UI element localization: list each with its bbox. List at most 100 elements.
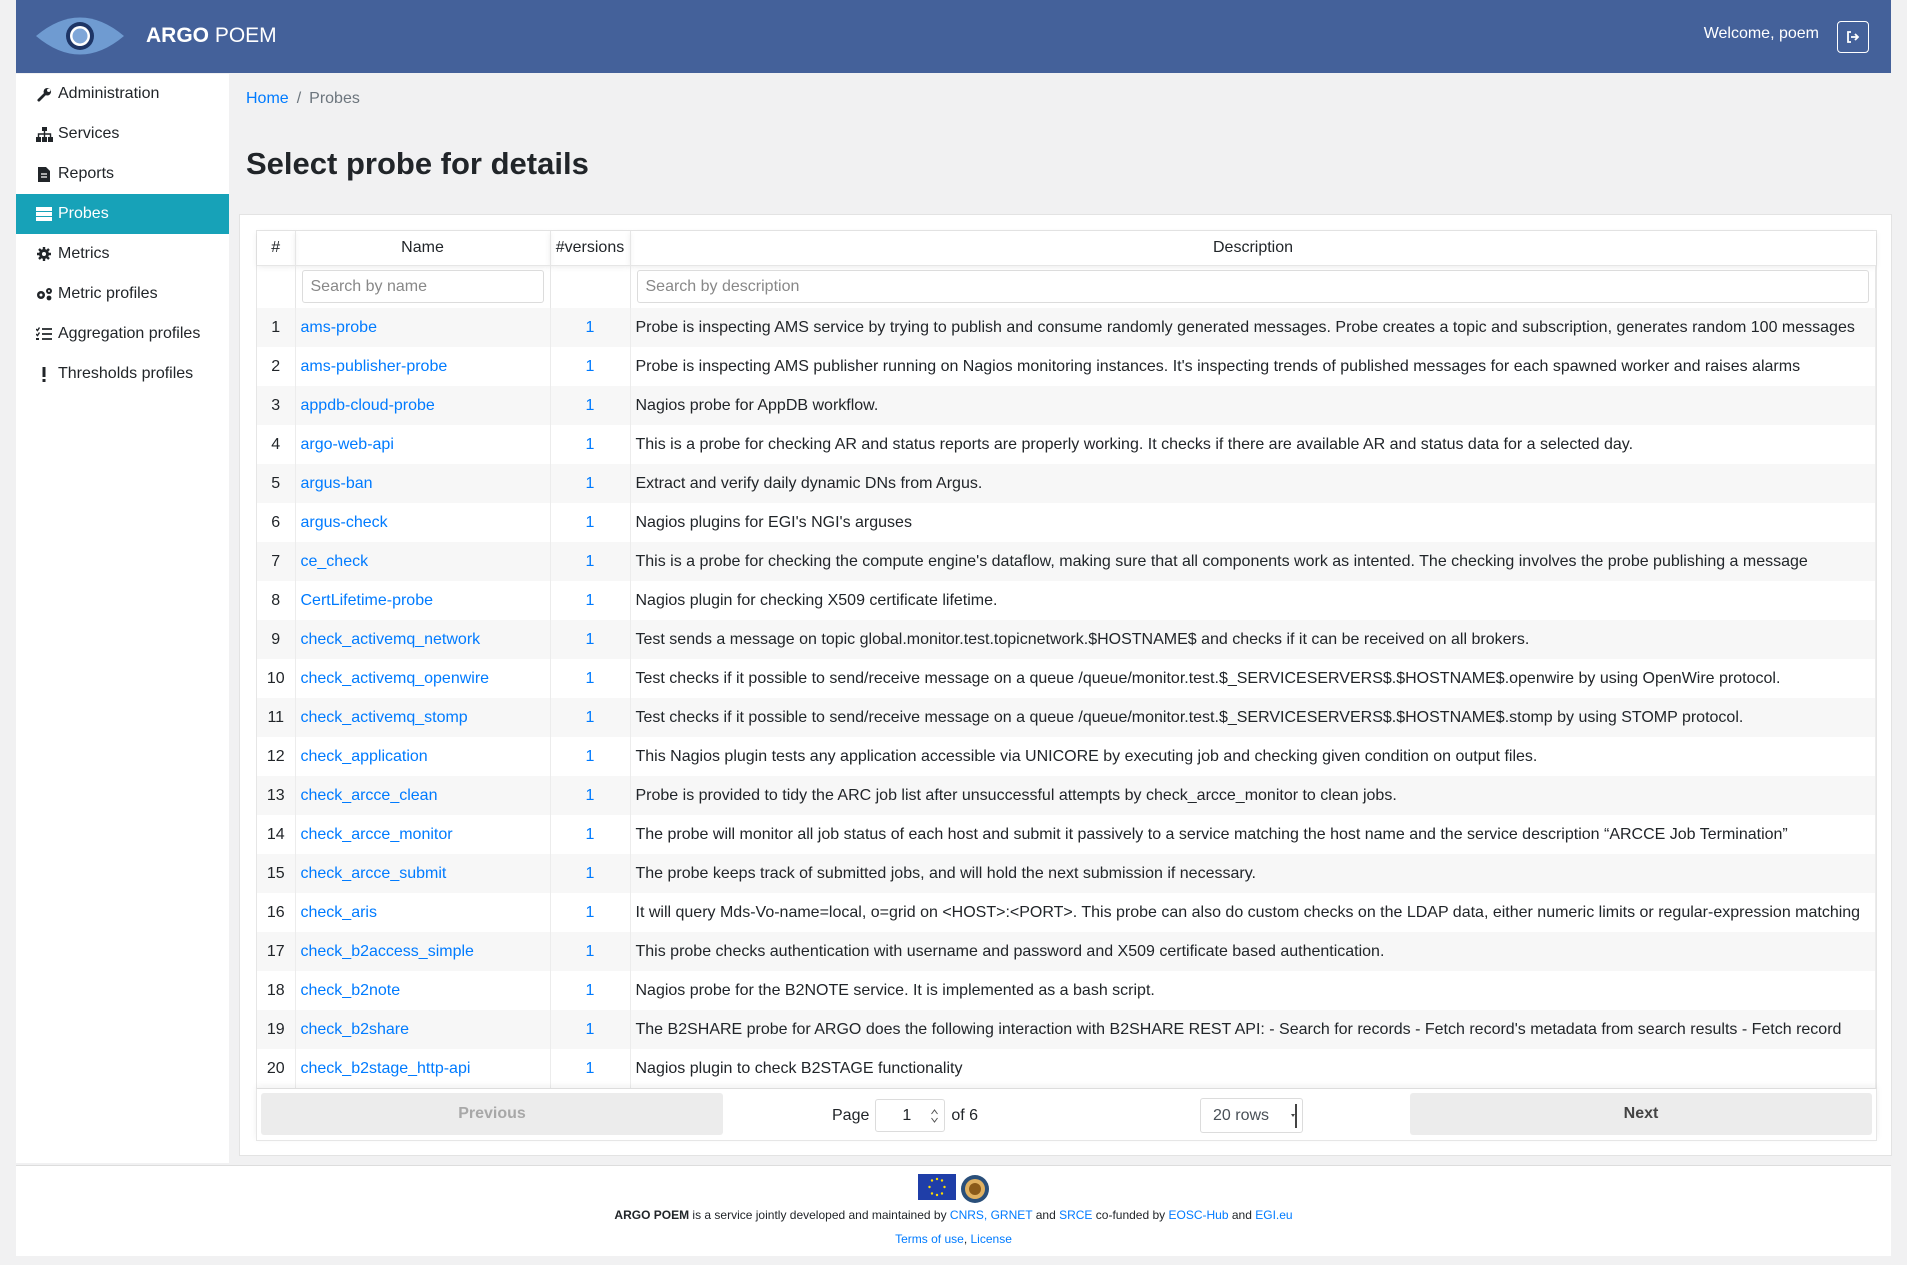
table-row: 19 check_b2share 1 The B2SHARE probe for AR…: [257, 1010, 1876, 1049]
server-icon: [34, 205, 54, 223]
sidebar-item-label: Services: [58, 125, 120, 142]
row-description: Nagios probe for AppDB workflow.: [630, 386, 1876, 425]
brand-title[interactable]: ARGO POEM: [146, 24, 277, 48]
probe-name-link[interactable]: ams-publisher-probe: [301, 358, 448, 375]
probe-name-link[interactable]: argus-check: [301, 514, 388, 531]
logout-button[interactable]: [1837, 21, 1869, 53]
probe-name-link[interactable]: check_activemq_openwire: [301, 670, 490, 687]
row-versions: 1: [550, 932, 631, 971]
eosc-hub-link[interactable]: EOSC-Hub: [1169, 1208, 1229, 1222]
row-description: Probe is provided to tidy the ARC job li…: [630, 776, 1876, 815]
row-versions: 1: [550, 854, 631, 893]
table-row: 2 ams-publisher-probe 1 Probe is inspecting…: [257, 347, 1876, 386]
search-by-description-input[interactable]: [636, 270, 1869, 304]
welcome-text: Welcome, poem: [1703, 25, 1819, 42]
egi-link[interactable]: EGI.eu: [1255, 1208, 1292, 1222]
row-versions: 1: [550, 386, 631, 425]
probe-name-link[interactable]: check_b2share: [301, 1021, 410, 1038]
row-number: 14: [257, 815, 296, 854]
probe-name-link[interactable]: ams-probe: [301, 319, 377, 336]
row-number: 18: [257, 971, 296, 1010]
row-number: 12: [257, 737, 296, 776]
eu-flag-icon: [918, 1174, 956, 1200]
probe-name-link[interactable]: check_application: [301, 748, 428, 765]
breadcrumb-separator: /: [296, 90, 302, 107]
file-icon: [34, 165, 54, 183]
total-pages-label: of 6: [951, 1106, 979, 1124]
argo-logo-icon[interactable]: [34, 11, 126, 61]
sidebar-item-label: Probes: [58, 205, 109, 222]
probe-name-link[interactable]: check_activemq_network: [301, 631, 481, 648]
probe-name-link[interactable]: check_arcce_monitor: [301, 826, 453, 843]
sidebar-item-label: Thresholds profiles: [58, 365, 194, 382]
column-header-versions[interactable]: #versions: [550, 231, 631, 266]
column-header-description[interactable]: Description: [630, 231, 1876, 266]
sidebar-item-aggregation-profiles[interactable]: Aggregation profiles: [16, 314, 229, 354]
spinner-arrows-icon[interactable]: [931, 1108, 939, 1124]
rows-per-page-select[interactable]: 20 rows: [1200, 1098, 1303, 1133]
probe-name-link[interactable]: check_arcce_submit: [301, 865, 447, 882]
probe-name-link[interactable]: check_b2access_simple: [301, 943, 474, 960]
column-header-number[interactable]: #: [257, 231, 296, 266]
license-link[interactable]: License: [971, 1232, 1012, 1246]
row-versions: 1: [550, 308, 631, 347]
probe-name-link[interactable]: argo-web-api: [301, 436, 394, 453]
sidebar-item-label: Reports: [58, 165, 115, 182]
footer-brand: ARGO POEM: [614, 1208, 690, 1222]
row-number: 2: [257, 347, 296, 386]
row-name-cell: check_activemq_network: [295, 620, 551, 659]
footer-legal: Terms of use, License: [16, 1232, 1891, 1246]
table-row: 8 CertLifetime-probe 1 Nagios plugin for ch…: [257, 581, 1876, 620]
table-row: 14 check_arcce_monitor 1 The probe will mon…: [257, 815, 1876, 854]
column-header-name[interactable]: Name: [295, 231, 551, 266]
table-body: 1 ams-probe 1 Probe is inspecting AMS servi…: [257, 308, 1876, 1088]
next-button[interactable]: Next: [1410, 1093, 1872, 1135]
row-description: Nagios probe for the B2NOTE service. It …: [630, 971, 1876, 1010]
row-description: Probe is inspecting AMS publisher runnin…: [630, 347, 1876, 386]
table-row: 15 check_arcce_submit 1 The probe keeps tra…: [257, 854, 1876, 893]
sidebar-item-services[interactable]: Services: [16, 114, 229, 154]
probe-name-link[interactable]: check_aris: [301, 904, 377, 921]
sidebar-item-metric-profiles[interactable]: Metric profiles: [16, 274, 229, 314]
row-description: Nagios plugins for EGI's NGI's arguses: [630, 503, 1876, 542]
probe-name-link[interactable]: CertLifetime-probe: [301, 592, 434, 609]
table-row: 10 check_activemq_openwire 1 Test checks if…: [257, 659, 1876, 698]
row-versions: 1: [550, 1010, 631, 1049]
breadcrumb-home-link[interactable]: Home: [246, 90, 289, 107]
sidebar-item-reports[interactable]: Reports: [16, 154, 229, 194]
probe-name-link[interactable]: check_b2stage_http-api: [301, 1060, 471, 1077]
row-name-cell: ams-probe: [295, 308, 551, 347]
row-description: Nagios plugin for checking X509 certific…: [630, 581, 1876, 620]
footer-text: is a service jointly developed and maint…: [689, 1208, 950, 1222]
row-number: 7: [257, 542, 296, 581]
probes-table-wrapper: # Name #versions Description 1 ams-probe 1…: [256, 230, 1877, 1089]
sidebar-item-label: Aggregation profiles: [58, 325, 201, 342]
row-number: 13: [257, 776, 296, 815]
probe-name-link[interactable]: ce_check: [301, 553, 369, 570]
probe-name-link[interactable]: check_activemq_stomp: [301, 709, 468, 726]
terms-of-use-link[interactable]: Terms of use: [895, 1232, 964, 1246]
rows-per-page-value: 20 rows: [1213, 1106, 1270, 1124]
probe-name-link[interactable]: appdb-cloud-probe: [301, 397, 435, 414]
sidebar-item-metrics[interactable]: Metrics: [16, 234, 229, 274]
probes-card: # Name #versions Description 1 ams-probe 1…: [239, 214, 1892, 1156]
row-versions: 1: [550, 425, 631, 464]
row-name-cell: argus-check: [295, 503, 551, 542]
row-description: Extract and verify daily dynamic DNs fro…: [630, 464, 1876, 503]
srce-link[interactable]: SRCE: [1059, 1208, 1092, 1222]
search-by-name-input[interactable]: [301, 270, 544, 304]
sidebar-item-thresholds-profiles[interactable]: Thresholds profiles: [16, 354, 229, 394]
top-navbar: ARGO POEM Welcome, poem: [16, 0, 1891, 73]
page-number-input[interactable]: 1: [875, 1099, 946, 1132]
row-number: 3: [257, 386, 296, 425]
row-number: 4: [257, 425, 296, 464]
previous-button[interactable]: Previous: [261, 1093, 723, 1135]
probe-name-link[interactable]: check_arcce_clean: [301, 787, 438, 804]
probe-name-link[interactable]: check_b2note: [301, 982, 401, 999]
row-versions: 1: [550, 503, 631, 542]
sidebar-item-administration[interactable]: Administration: [16, 74, 229, 114]
grnet-link[interactable]: GRNET: [991, 1208, 1033, 1222]
probe-name-link[interactable]: argus-ban: [301, 475, 373, 492]
sidebar-item-probes[interactable]: Probes: [16, 194, 229, 234]
cnrs-link[interactable]: CNRS,: [950, 1208, 987, 1222]
